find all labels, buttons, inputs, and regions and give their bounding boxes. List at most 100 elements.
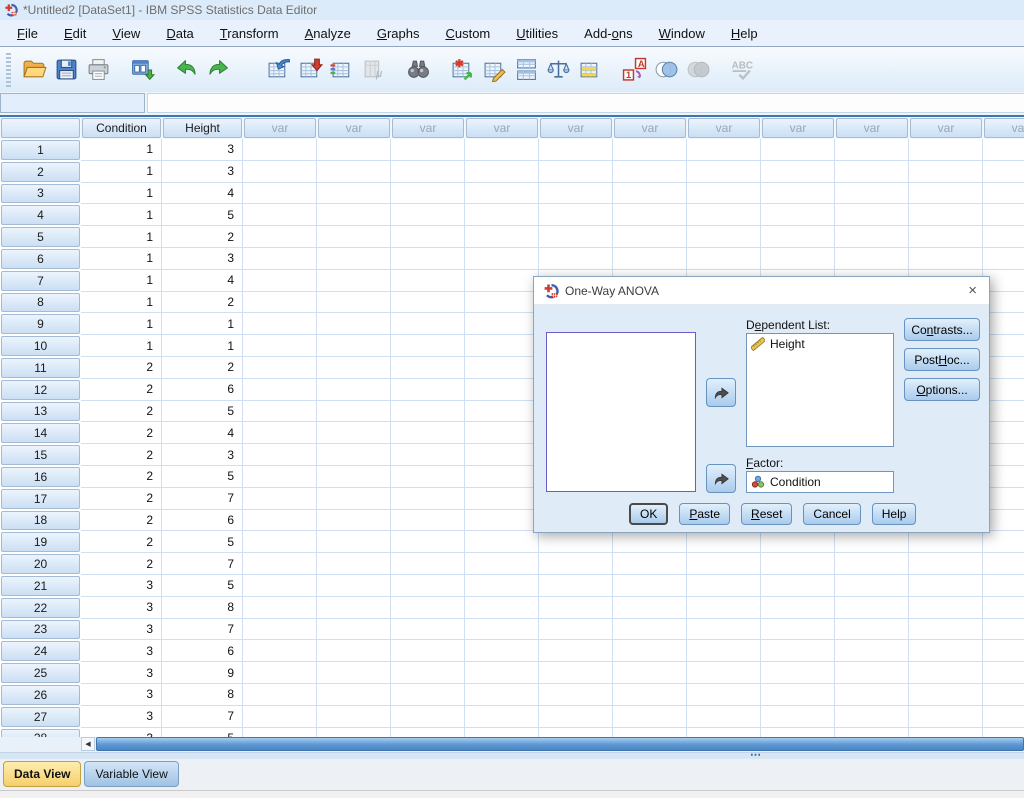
cell[interactable]: [465, 575, 539, 597]
cell[interactable]: [391, 401, 465, 423]
row-number-header[interactable]: 26: [1, 685, 80, 705]
save-button[interactable]: [50, 54, 82, 86]
cell[interactable]: [761, 619, 835, 641]
cell[interactable]: 1: [81, 226, 162, 248]
use-variable-sets-button[interactable]: [650, 54, 682, 86]
column-header-var[interactable]: var: [910, 118, 982, 138]
menu-custom[interactable]: Custom: [432, 22, 503, 45]
cell[interactable]: 5: [162, 531, 243, 553]
row-number-header[interactable]: 16: [1, 467, 80, 487]
cell[interactable]: [687, 662, 761, 684]
ok-button[interactable]: OK: [629, 503, 668, 525]
cell[interactable]: [687, 531, 761, 553]
row-number-header[interactable]: 2: [1, 162, 80, 182]
cell[interactable]: [317, 248, 391, 270]
cell[interactable]: [613, 248, 687, 270]
cell[interactable]: [835, 597, 909, 619]
cell[interactable]: [687, 684, 761, 706]
menu-add-ons[interactable]: Add-ons: [571, 22, 645, 45]
cell[interactable]: [243, 139, 317, 161]
cell[interactable]: [835, 248, 909, 270]
cell[interactable]: [613, 706, 687, 728]
cell[interactable]: [391, 488, 465, 510]
cell[interactable]: [761, 662, 835, 684]
cell[interactable]: [317, 313, 391, 335]
cell[interactable]: [613, 226, 687, 248]
cell[interactable]: [909, 531, 983, 553]
cell[interactable]: [243, 488, 317, 510]
cell[interactable]: [391, 139, 465, 161]
cell[interactable]: 3: [81, 619, 162, 641]
cell[interactable]: [835, 161, 909, 183]
cell[interactable]: [983, 248, 1024, 270]
cell[interactable]: 4: [162, 422, 243, 444]
cell[interactable]: [909, 161, 983, 183]
cell[interactable]: [539, 706, 613, 728]
cell[interactable]: [317, 183, 391, 205]
row-number-header[interactable]: 22: [1, 598, 80, 618]
cell[interactable]: 1: [81, 292, 162, 314]
cell[interactable]: [761, 139, 835, 161]
cell[interactable]: [983, 183, 1024, 205]
cell[interactable]: [391, 379, 465, 401]
cell[interactable]: [243, 640, 317, 662]
cell[interactable]: [465, 466, 539, 488]
cell[interactable]: [391, 270, 465, 292]
cell[interactable]: 5: [162, 204, 243, 226]
cell[interactable]: [317, 575, 391, 597]
cell[interactable]: [835, 684, 909, 706]
cell[interactable]: [465, 161, 539, 183]
cell[interactable]: [391, 226, 465, 248]
cell[interactable]: [687, 597, 761, 619]
cancel-button[interactable]: Cancel: [803, 503, 860, 525]
dependent-variable-height[interactable]: Height: [747, 334, 893, 354]
cell[interactable]: [317, 335, 391, 357]
cell[interactable]: [465, 401, 539, 423]
cell[interactable]: 3: [81, 575, 162, 597]
column-header-var[interactable]: var: [244, 118, 316, 138]
row-number-header[interactable]: 5: [1, 227, 80, 247]
goto-case-button[interactable]: [262, 54, 294, 86]
cell[interactable]: [909, 662, 983, 684]
row-number-header[interactable]: 12: [1, 380, 80, 400]
toolbar-drag-handle[interactable]: [6, 53, 11, 87]
cell[interactable]: [983, 204, 1024, 226]
cell[interactable]: [835, 575, 909, 597]
split-file-button[interactable]: [510, 54, 542, 86]
post-hoc-button[interactable]: Post Hoc...: [904, 348, 980, 371]
cell[interactable]: 7: [162, 619, 243, 641]
cell[interactable]: [317, 597, 391, 619]
cell[interactable]: 2: [81, 401, 162, 423]
cell[interactable]: [835, 226, 909, 248]
cell[interactable]: 4: [162, 183, 243, 205]
cell[interactable]: [983, 139, 1024, 161]
column-header-var[interactable]: var: [762, 118, 834, 138]
row-number-header[interactable]: 25: [1, 663, 80, 683]
cell[interactable]: 2: [81, 553, 162, 575]
row-number-header[interactable]: 24: [1, 641, 80, 661]
cell[interactable]: [391, 510, 465, 532]
cell[interactable]: [317, 422, 391, 444]
cell[interactable]: [835, 531, 909, 553]
goto-variable-button[interactable]: [294, 54, 326, 86]
cell[interactable]: [613, 597, 687, 619]
cell[interactable]: [317, 161, 391, 183]
cell[interactable]: [243, 226, 317, 248]
cell[interactable]: 9: [162, 662, 243, 684]
cell[interactable]: [835, 139, 909, 161]
cell[interactable]: [539, 139, 613, 161]
menu-graphs[interactable]: Graphs: [364, 22, 433, 45]
column-header-var[interactable]: var: [318, 118, 390, 138]
cell[interactable]: [761, 706, 835, 728]
insert-cases-button[interactable]: [446, 54, 478, 86]
cell[interactable]: [909, 706, 983, 728]
cell[interactable]: [687, 183, 761, 205]
cell[interactable]: [909, 575, 983, 597]
cell[interactable]: 1: [81, 183, 162, 205]
cell[interactable]: [835, 183, 909, 205]
cell[interactable]: [243, 466, 317, 488]
cell[interactable]: [391, 335, 465, 357]
cell[interactable]: 6: [162, 640, 243, 662]
cell[interactable]: 3: [162, 444, 243, 466]
cell[interactable]: [243, 401, 317, 423]
